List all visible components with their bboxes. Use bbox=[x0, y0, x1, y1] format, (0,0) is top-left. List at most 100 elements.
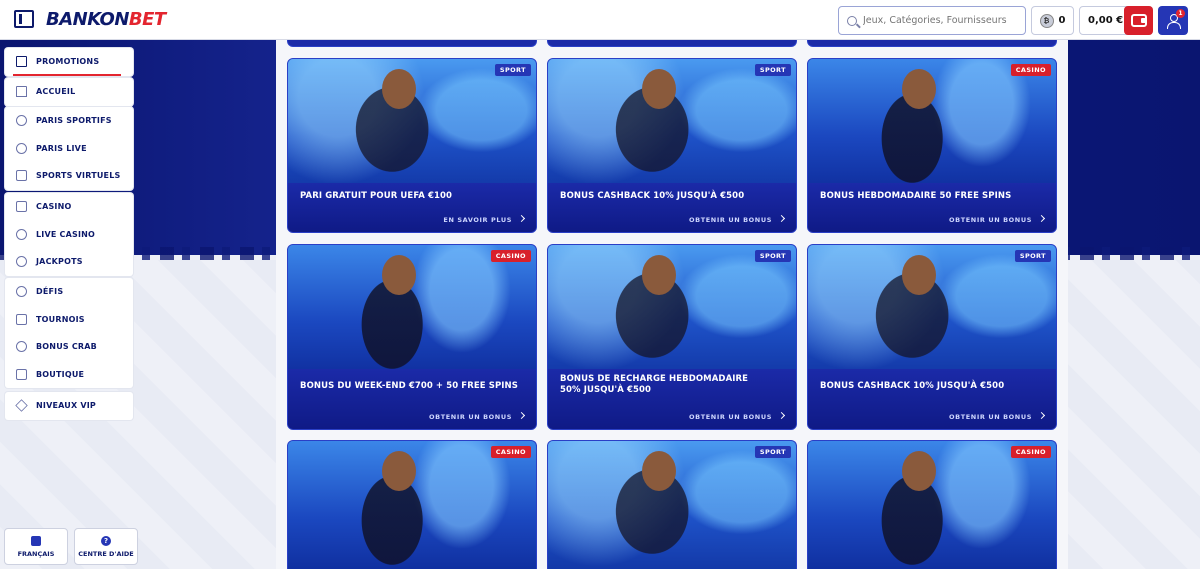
promo-figure bbox=[902, 255, 937, 295]
sidebar-item-label: SPORTS VIRTUELS bbox=[36, 171, 121, 181]
promo-title: BONUS CASHBACK 10% JUSQU'À €500 bbox=[820, 381, 1005, 391]
sidebar-item-jackpots[interactable]: JACKPOTS bbox=[5, 248, 133, 276]
account-button[interactable]: 1 bbox=[1158, 6, 1188, 35]
chevron-right-icon bbox=[1037, 411, 1046, 420]
promo-cta-link[interactable]: OBTENIR UN BONUS bbox=[429, 411, 526, 421]
sidebar-item-live-casino[interactable]: LIVE CASINO bbox=[5, 221, 133, 249]
sidebar-item-label: TOURNOIS bbox=[36, 314, 85, 324]
logo[interactable]: BANKONBET bbox=[46, 9, 166, 30]
search-icon bbox=[847, 15, 857, 26]
promo-figure bbox=[642, 69, 677, 109]
promo-title: BONUS DU WEEK-END €700 + 50 FREE SPINS bbox=[300, 381, 518, 391]
sidebar-item-label: NIVEAUX VIP bbox=[36, 401, 96, 411]
promo-cta-label: OBTENIR UN BONUS bbox=[689, 413, 772, 421]
sidebar-item-label: PARIS SPORTIFS bbox=[36, 116, 112, 126]
sidebar-item-paris-sportifs[interactable]: PARIS SPORTIFS bbox=[5, 107, 133, 135]
category-badge: CASINO bbox=[1010, 64, 1051, 76]
promo-title: BONUS HEBDOMADAIRE 50 FREE SPINS bbox=[820, 191, 1012, 201]
top-header: BANKONBET ₿ 0 0,00 € 1 bbox=[0, 0, 1200, 40]
coins-value: 0 bbox=[1058, 15, 1066, 26]
sidebar-item-casino[interactable]: CASINO bbox=[5, 193, 133, 221]
promo-card[interactable]: CASINO BONUS HEBDOMADAIRE 50 FREE SPINS … bbox=[807, 58, 1057, 233]
sidebar-item-paris-live[interactable]: PARIS LIVE bbox=[5, 135, 133, 163]
chevron-right-icon bbox=[517, 214, 526, 223]
sidebar-group-casino: CASINO LIVE CASINO JACKPOTS bbox=[5, 193, 133, 276]
promo-art bbox=[548, 59, 796, 187]
sidebar-item-boutique[interactable]: BOUTIQUE bbox=[5, 361, 133, 389]
chevron-right-icon bbox=[1037, 214, 1046, 223]
promo-figure bbox=[902, 69, 937, 109]
sidebar-toggle-icon[interactable] bbox=[14, 10, 34, 28]
promo-figure bbox=[642, 255, 677, 295]
promo-art bbox=[548, 441, 796, 569]
live-signal-icon bbox=[16, 142, 27, 154]
sidebar-item-label: JACKPOTS bbox=[36, 257, 83, 267]
search-box[interactable] bbox=[838, 6, 1026, 35]
jackpot-icon bbox=[16, 256, 27, 268]
language-icon bbox=[31, 535, 41, 546]
promo-card[interactable]: CASINO bbox=[287, 440, 537, 569]
promo-cta-label: OBTENIR UN BONUS bbox=[689, 216, 772, 224]
help-label: CENTRE D'AIDE bbox=[78, 549, 134, 558]
logo-text: BANKON bbox=[46, 9, 129, 30]
card-stub bbox=[287, 40, 537, 47]
coins-counter[interactable]: ₿ 0 bbox=[1031, 6, 1074, 35]
promo-card[interactable]: SPORT BONUS CASHBACK 10% JUSQU'À €500 OB… bbox=[807, 244, 1057, 430]
category-badge: SPORT bbox=[754, 64, 791, 76]
promo-card[interactable]: SPORT BONUS CASHBACK 10% JUSQU'À €500 OB… bbox=[547, 58, 797, 233]
gift-icon bbox=[16, 56, 27, 68]
promo-panel: PARI GRATUIT POUR UEFA €100 bbox=[288, 183, 536, 232]
sidebar-group-vip: NIVEAUX VIP bbox=[5, 392, 133, 420]
virtual-sports-icon bbox=[16, 170, 27, 182]
promo-art bbox=[288, 441, 536, 569]
promo-cta-link[interactable]: OBTENIR UN BONUS bbox=[689, 214, 786, 224]
search-input[interactable] bbox=[863, 15, 1023, 26]
promo-cta-label: OBTENIR UN BONUS bbox=[429, 413, 512, 421]
promo-figure bbox=[382, 451, 417, 491]
promo-figure bbox=[382, 255, 417, 295]
promo-cta-link[interactable]: OBTENIR UN BONUS bbox=[689, 411, 786, 421]
sidebar-item-label: BONUS CRAB bbox=[36, 342, 97, 352]
sidebar-item-niveaux-vip[interactable]: NIVEAUX VIP bbox=[5, 392, 133, 420]
promo-card[interactable]: SPORT BONUS DE RECHARGE HEBDOMADAIRE 50%… bbox=[547, 244, 797, 430]
promo-cta-link[interactable]: OBTENIR UN BONUS bbox=[949, 411, 1046, 421]
sidebar-group-promotions: PROMOTIONS bbox=[5, 48, 133, 76]
home-icon bbox=[16, 86, 27, 98]
promo-cta-label: OBTENIR UN BONUS bbox=[949, 216, 1032, 224]
trophy-icon bbox=[16, 313, 27, 325]
sidebar-item-bonus-crab[interactable]: BONUS CRAB bbox=[5, 333, 133, 361]
sidebar-group-sports: PARIS SPORTIFS PARIS LIVE SPORTS VIRTUEL… bbox=[5, 107, 133, 190]
category-badge: CASINO bbox=[1010, 446, 1051, 458]
medal-icon bbox=[16, 286, 27, 298]
category-badge: SPORT bbox=[494, 64, 531, 76]
sidebar-item-defis[interactable]: DÉFIS bbox=[5, 278, 133, 306]
promo-title: PARI GRATUIT POUR UEFA €100 bbox=[300, 191, 453, 201]
soccer-ball-icon bbox=[16, 115, 27, 127]
category-badge: SPORT bbox=[754, 250, 791, 262]
sidebar-item-label: BOUTIQUE bbox=[36, 369, 85, 379]
category-badge: SPORT bbox=[1014, 250, 1051, 262]
help-center-button[interactable]: ? CENTRE D'AIDE bbox=[74, 528, 138, 565]
sidebar-item-label: PROMOTIONS bbox=[36, 57, 100, 67]
promo-title: BONUS DE RECHARGE HEBDOMADAIRE 50% JUSQU… bbox=[560, 374, 749, 395]
promo-card[interactable]: CASINO BONUS DU WEEK-END €700 + 50 FREE … bbox=[287, 244, 537, 430]
notification-badge: 1 bbox=[1176, 9, 1185, 18]
coin-icon: ₿ bbox=[1039, 13, 1054, 28]
sidebar-item-promotions[interactable]: PROMOTIONS bbox=[5, 48, 133, 76]
sidebar-item-sports-virtuels[interactable]: SPORTS VIRTUELS bbox=[5, 162, 133, 190]
logo-accent-text: BET bbox=[128, 9, 166, 30]
promo-card[interactable]: SPORT bbox=[547, 440, 797, 569]
sidebar-item-tournois[interactable]: TOURNOIS bbox=[5, 306, 133, 334]
promo-cta-link[interactable]: EN SAVOIR PLUS bbox=[443, 214, 526, 224]
sidebar-item-label: PARIS LIVE bbox=[36, 143, 87, 153]
deposit-button[interactable] bbox=[1124, 6, 1153, 35]
category-badge: CASINO bbox=[490, 446, 531, 458]
promo-card[interactable]: SPORT PARI GRATUIT POUR UEFA €100 EN SAV… bbox=[287, 58, 537, 233]
crab-icon bbox=[16, 341, 27, 353]
promo-panel: BONUS HEBDOMADAIRE 50 FREE SPINS bbox=[808, 183, 1056, 232]
promo-cta-link[interactable]: OBTENIR UN BONUS bbox=[949, 214, 1046, 224]
live-casino-icon bbox=[16, 228, 27, 240]
promo-card[interactable]: CASINO bbox=[807, 440, 1057, 569]
language-button[interactable]: FRANÇAIS bbox=[4, 528, 68, 565]
sidebar-item-accueil[interactable]: ACCUEIL bbox=[5, 78, 133, 106]
